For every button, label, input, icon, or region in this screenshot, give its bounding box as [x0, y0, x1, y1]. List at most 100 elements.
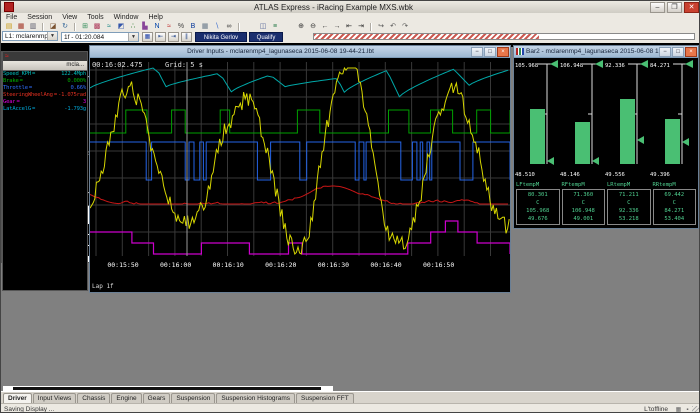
minimize-button[interactable]: –	[650, 2, 665, 13]
menu-item-file[interactable]: File	[1, 14, 22, 21]
red-wave-icon[interactable]: ≈	[164, 22, 174, 31]
maximize-button[interactable]: ❐	[667, 2, 682, 13]
gauge-min-label: 49.396	[650, 172, 670, 178]
telemetry-name: Throttle	[3, 85, 28, 92]
overlay-icon[interactable]: ◫	[258, 22, 268, 31]
values-panel: ≈ mcla... Speed_KPH=122.4MphBrake=0.000%…	[2, 51, 88, 291]
chevron-down-icon[interactable]: ▼	[47, 32, 57, 40]
prev-lap-icon[interactable]: ⇤	[155, 32, 166, 42]
session-type-button[interactable]: Qualify	[249, 32, 283, 42]
tyre-temp-min: 49.676	[517, 215, 559, 223]
bar2-title-bar[interactable]: Bar2 - mclarenmp4_lagunaseca 2015-06-08 …	[514, 46, 698, 58]
percent-icon[interactable]: %	[176, 22, 186, 31]
resize-grip[interactable]	[692, 406, 700, 413]
close-icon[interactable]: ×	[497, 47, 509, 57]
toolbar-separator	[42, 23, 44, 31]
tyre-temp-unit: C	[517, 199, 559, 207]
menu-item-window[interactable]: Window	[109, 14, 144, 21]
telemetry-chart[interactable]: 00:16:02.475Grid: 5 s00:15:5000:16:0000:…	[90, 58, 510, 282]
gauge-bar	[665, 119, 680, 164]
undo-icon[interactable]: ↶	[388, 22, 398, 31]
tyre-temp-box-values: 80.301C105.96849.676	[516, 189, 560, 225]
grid-display-icon[interactable]: ⊞	[80, 22, 90, 31]
gauge-max-label: 105.968	[515, 63, 538, 69]
n-plot-icon[interactable]: N	[152, 22, 162, 31]
load-telemetry-icon[interactable]: ▦	[16, 22, 26, 31]
maximize-icon[interactable]: □	[672, 47, 684, 57]
scatter-display-icon[interactable]: ∴	[128, 22, 138, 31]
next-marker-icon[interactable]: ↪	[376, 22, 386, 31]
minimize-icon[interactable]: −	[659, 47, 671, 57]
tyre-temp-box-rftempm: RFtempM71.360C106.94849.001	[562, 182, 606, 225]
x-axis-tick: 00:16:20	[265, 261, 296, 269]
x-axis-tick: 00:16:40	[370, 261, 401, 269]
chart-display-icon[interactable]: ◩	[116, 22, 126, 31]
gauge-lrtempm: 92.33649.556	[604, 58, 649, 182]
refresh-icon[interactable]: ↻	[60, 22, 70, 31]
maximize-icon[interactable]: □	[484, 47, 496, 57]
driver-button[interactable]: Nikita Gerlov	[195, 32, 247, 42]
data-overlay-icon[interactable]: ▦	[142, 32, 153, 42]
workspace: ≈ mcla... Speed_KPH=122.4MphBrake=0.000%…	[1, 43, 700, 391]
jump-end-icon[interactable]: ⇥	[356, 22, 366, 31]
print-icon[interactable]: ▥	[28, 22, 38, 31]
open-display-icon[interactable]: ▤	[4, 22, 14, 31]
toolbar-separator	[238, 23, 240, 31]
find-icon[interactable]: ∞	[224, 22, 234, 31]
pan-left-icon[interactable]: ←	[320, 22, 330, 31]
telemetry-value-row: SteeringWheelAngle==-1.075rad	[3, 92, 87, 99]
close-button[interactable]: ✕	[684, 2, 699, 13]
session-selector[interactable]: L1: mclarenmp4 ▼	[2, 31, 58, 41]
driver-inputs-title-bar[interactable]: Driver Inputs - mclarenmp4_lagunaseca 20…	[90, 46, 510, 58]
menu-item-help[interactable]: Help	[143, 14, 167, 21]
tyre-temp-current: 71.211	[608, 191, 650, 199]
equals-sign: =	[32, 106, 35, 113]
tyre-temp-gauges: 105.96848.510106.94848.14692.33649.55684…	[514, 58, 698, 182]
x-axis-tick: 00:15:50	[107, 261, 138, 269]
zoom-out-icon[interactable]: ⊖	[308, 22, 318, 31]
bold-icon[interactable]: B	[188, 22, 198, 31]
values-panel-header[interactable]: mcla...	[3, 61, 87, 71]
cursor-mode-icon[interactable]: ∥	[181, 32, 192, 42]
menu-item-tools[interactable]: Tools	[82, 14, 108, 21]
status-signal-icon: ▪	[683, 407, 692, 413]
compare-icon[interactable]: ≡	[270, 22, 280, 31]
menu-item-view[interactable]: View	[57, 14, 82, 21]
chevron-down-icon[interactable]: ▼	[128, 33, 138, 41]
tyre-temp-box-label: RFtempM	[562, 182, 606, 189]
tyre-temp-min: 53.404	[654, 215, 696, 223]
redo-icon[interactable]: ↷	[400, 22, 410, 31]
workbook-icon[interactable]: ◪	[48, 22, 58, 31]
mixed-display-icon[interactable]: ▩	[92, 22, 102, 31]
gauge-max-label: 84.271	[650, 63, 670, 69]
chart-body[interactable]: 00:16:02.475Grid: 5 s00:15:5000:16:0000:…	[90, 58, 510, 282]
saving-progress-fill	[314, 34, 539, 39]
histogram-display-icon[interactable]: ▙	[140, 22, 150, 31]
menu-item-session[interactable]: Session	[22, 14, 57, 21]
tyre-temp-max: 106.948	[563, 207, 605, 215]
status-bar: Saving Display ... L'toffline ▦ ▪	[1, 403, 700, 413]
close-icon[interactable]: ×	[685, 47, 697, 57]
annotate-icon[interactable]: ∖	[212, 22, 222, 31]
tyre-temp-box-label: RRtempM	[653, 182, 697, 189]
lap-selector[interactable]: 1f - 01:20.084 ▼	[61, 32, 139, 42]
bar-chart-icon	[516, 48, 524, 55]
menu-bar: FileSessionViewToolsWindowHelp	[1, 13, 700, 22]
tyre-temp-min: 49.001	[563, 215, 605, 223]
equals-sign: =	[32, 71, 35, 78]
next-lap-icon[interactable]: ⇥	[168, 32, 179, 42]
telemetry-value: 3	[83, 99, 87, 106]
tyre-temp-unit: C	[608, 199, 650, 207]
jump-start-icon[interactable]: ⇤	[344, 22, 354, 31]
zoom-in-icon[interactable]: ⊕	[296, 22, 306, 31]
telemetry-value-row: Throttle=0.66%	[3, 85, 87, 92]
table-display-icon[interactable]: ▦	[200, 22, 210, 31]
tyre-temp-box-label: LRtempM	[607, 182, 651, 189]
telemetry-value: -1.793g	[64, 106, 87, 113]
pan-right-icon[interactable]: →	[332, 22, 342, 31]
gauge-lftempm: 105.96848.510	[514, 58, 559, 182]
waveform-icon[interactable]: ≈	[104, 22, 114, 31]
minimize-icon[interactable]: −	[471, 47, 483, 57]
gauge-rftempm: 106.94848.146	[559, 58, 604, 182]
bottom-scroll-thumb[interactable]	[13, 387, 321, 390]
